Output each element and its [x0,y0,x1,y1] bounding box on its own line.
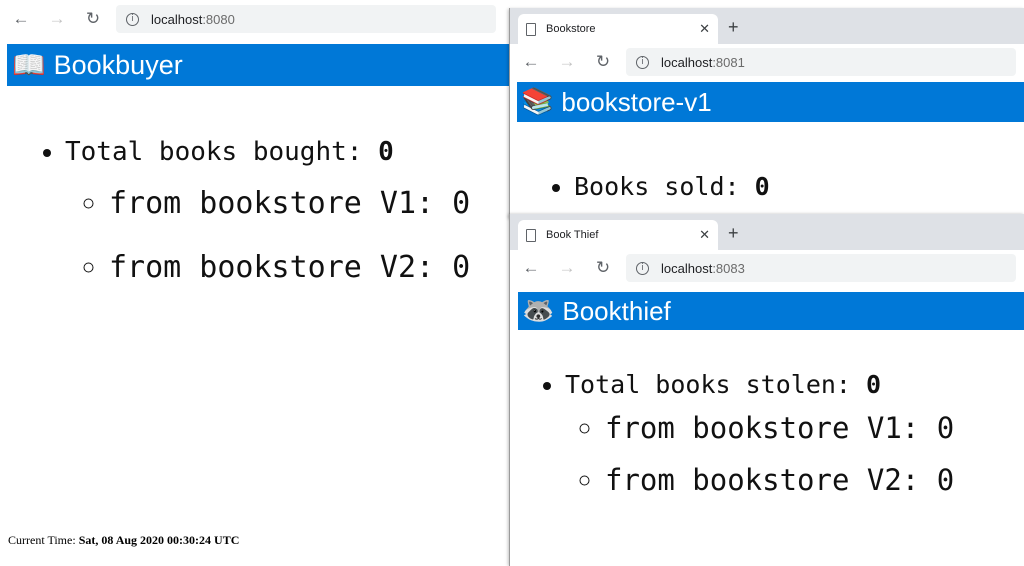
url-port: :8080 [202,11,235,27]
v2-value: 0 [452,250,471,285]
back-icon[interactable]: ← [518,255,544,281]
address-bar[interactable]: i localhost:8080 [116,5,496,33]
bookstore-window: Bookstore ✕ + ← → ↻ i localhost:8081 📚 b… [509,8,1024,218]
page-icon [526,22,536,36]
tab-title: Bookstore [546,23,596,35]
v1-label: from bookstore V1: [109,186,453,221]
list-item: Total books bought: 0 from bookstore V1:… [65,136,470,300]
sub-list: from bookstore V1: 0 from bookstore V2: … [109,172,470,300]
stats-list: Total books stolen: 0 from bookstore V1:… [565,370,1024,506]
list-item: from bookstore V1: 0 [605,402,1024,454]
sold-label: Books sold: [574,172,755,201]
stats-list: Books sold: 0 [574,172,1024,201]
page-title: bookstore-v1 [561,86,712,117]
page-header: 🦝 Bookthief [518,292,1024,330]
v1-label: from bookstore V1: [605,411,937,445]
list-item: Total books stolen: 0 from bookstore V1:… [565,370,1024,506]
page-header: 📖 Bookbuyer [7,44,509,86]
v2-value: 0 [936,463,955,497]
list-item: from bookstore V1: 0 [109,172,470,236]
tab-book-thief[interactable]: Book Thief ✕ [518,220,718,250]
forward-icon[interactable]: → [554,255,580,281]
url-host: localhost [661,54,713,70]
total-label: Total books bought: [65,137,379,167]
url-host: localhost [151,11,203,27]
book-icon: 📖 [12,50,46,81]
page-title: Bookthief [562,295,671,326]
list-item: Books sold: 0 [574,172,1024,201]
info-icon[interactable]: i [126,12,139,26]
v1-value: 0 [452,186,471,221]
tab-strip: Book Thief ✕ + [510,214,1024,250]
url-port: :8081 [712,54,745,70]
forward-icon[interactable]: → [554,49,580,75]
tab-bookstore[interactable]: Bookstore ✕ [518,14,718,44]
total-label: Total books stolen: [565,370,867,399]
info-icon[interactable]: i [636,261,649,275]
new-tab-icon[interactable]: + [728,18,739,36]
list-item: from bookstore V2: 0 [109,236,470,300]
url-port: :8083 [712,260,745,276]
new-tab-icon[interactable]: + [728,224,739,242]
address-bar[interactable]: i localhost:8083 [626,254,1016,282]
time-label: Current Time: [8,533,79,547]
total-value: 0 [866,370,882,399]
tab-strip: Bookstore ✕ + [510,8,1024,44]
total-value: 0 [378,137,394,167]
url-host: localhost [661,260,713,276]
time-value: Sat, 08 Aug 2020 00:30:24 UTC [78,533,240,547]
reload-icon[interactable]: ↻ [80,6,106,32]
books-icon: 📚 [521,87,554,117]
sold-value: 0 [754,172,770,201]
list-item: from bookstore V2: 0 [605,454,1024,506]
address-bar[interactable]: i localhost:8081 [626,48,1016,76]
raccoon-icon: 🦝 [522,296,555,326]
page-title: Bookbuyer [53,49,183,80]
reload-icon[interactable]: ↻ [590,49,616,75]
sub-list: from bookstore V1: 0 from bookstore V2: … [605,402,1024,506]
toolbar: ← → ↻ i localhost:8081 [510,44,1024,80]
reload-icon[interactable]: ↻ [590,255,616,281]
bookthief-window: Book Thief ✕ + ← → ↻ i localhost:8083 🦝 … [509,214,1024,566]
back-icon[interactable]: ← [8,6,34,32]
current-time: Current Time: Sat, 08 Aug 2020 00:30:24 … [8,533,239,548]
v2-label: from bookstore V2: [605,463,937,497]
v2-label: from bookstore V2: [109,250,453,285]
back-icon[interactable]: ← [518,49,544,75]
stats-list: Total books bought: 0 from bookstore V1:… [65,136,470,300]
info-icon[interactable]: i [636,55,649,69]
forward-icon[interactable]: → [44,6,70,32]
close-icon[interactable]: ✕ [699,21,710,37]
page-icon [526,228,536,242]
v1-value: 0 [936,411,955,445]
page-header: 📚 bookstore-v1 [517,82,1024,122]
close-icon[interactable]: ✕ [699,227,710,243]
toolbar: ← → ↻ i localhost:8083 [510,250,1024,286]
tab-title: Book Thief [546,229,599,241]
